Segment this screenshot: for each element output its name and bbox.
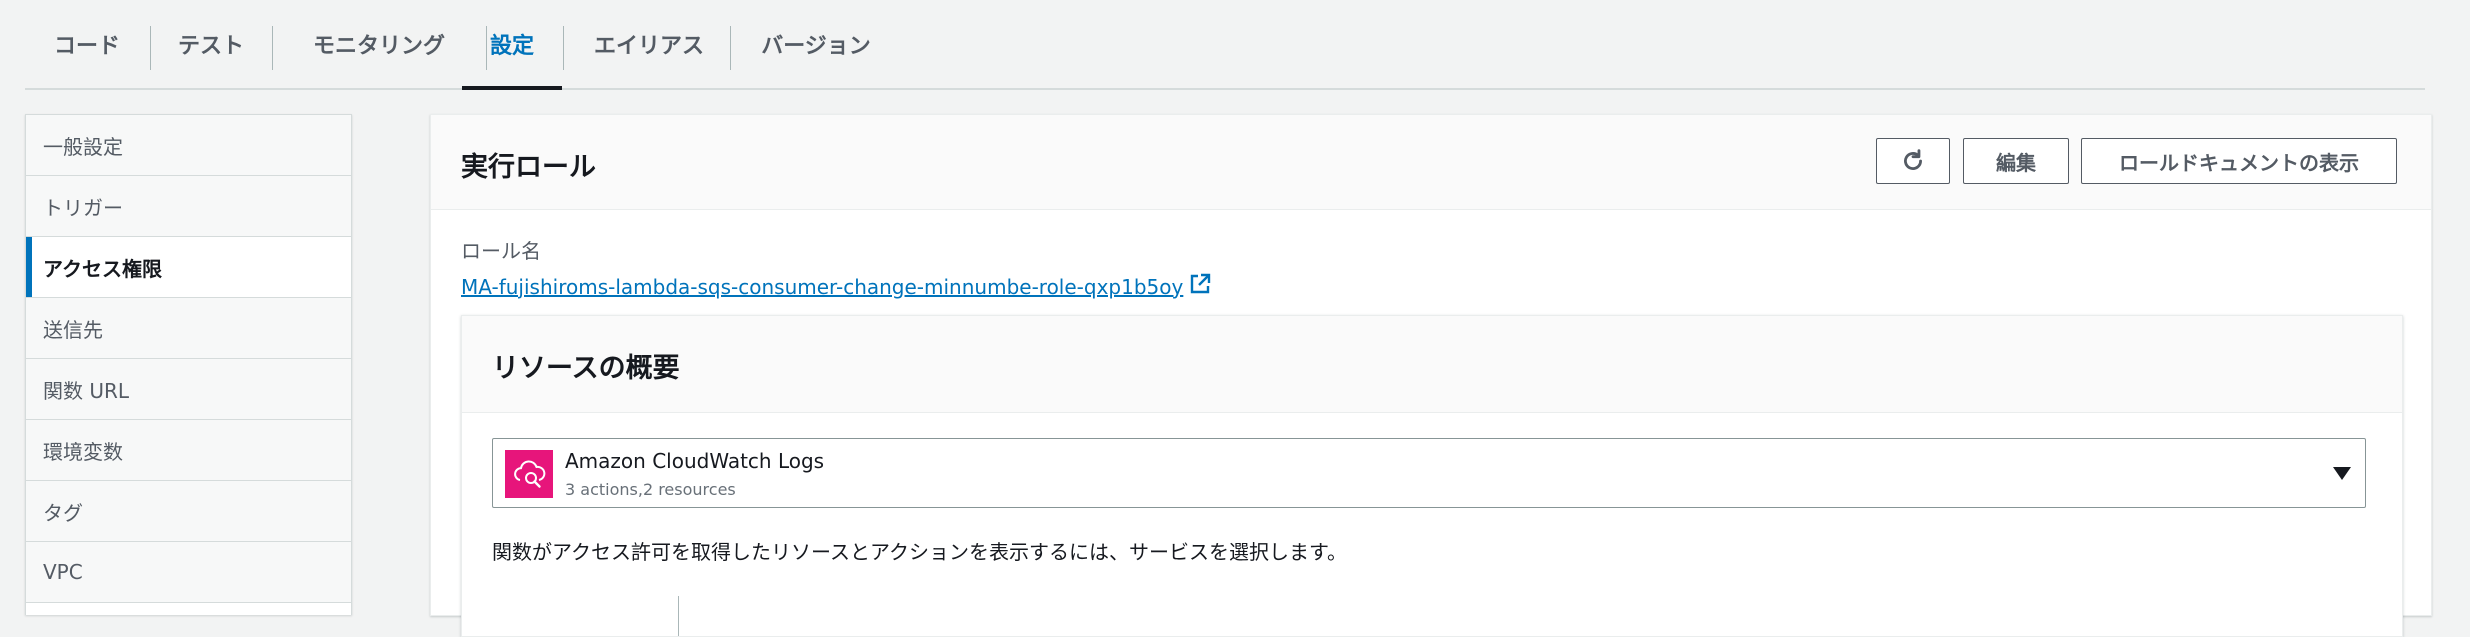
tab-aliases[interactable]: エイリアス: [564, 0, 734, 88]
sidebar-item-label: 送信先: [43, 317, 103, 342]
edit-button[interactable]: 編集: [1963, 138, 2069, 184]
sidebar-item-permissions[interactable]: アクセス権限: [26, 237, 351, 298]
view-role-document-button[interactable]: ロールドキュメントの表示: [2081, 138, 2397, 184]
panel-title: 実行ロール: [461, 152, 596, 183]
sidebar-item-label: タグ: [43, 500, 83, 525]
tab-monitoring[interactable]: モニタリング: [273, 0, 485, 88]
resource-summary-title: リソースの概要: [492, 353, 680, 384]
external-link-icon: [1189, 273, 1211, 300]
sidebar-item-destinations[interactable]: 送信先: [26, 298, 351, 359]
sidebar-item-triggers[interactable]: トリガー: [26, 176, 351, 237]
selected-service-name: Amazon CloudWatch Logs: [565, 449, 825, 473]
sidebar-item-label: 関数 URL: [43, 378, 130, 403]
configuration-sidenav: 一般設定 トリガー アクセス権限 送信先 関数 URL 環境変数 タグ VPC: [25, 114, 352, 615]
service-help-text: 関数がアクセス許可を取得したリソースとアクションを表示するには、サービスを選択し…: [492, 540, 1347, 564]
sidebar-item-general[interactable]: 一般設定: [26, 115, 351, 176]
refresh-button[interactable]: [1876, 138, 1950, 184]
resource-summary: リソースの概要 Amazon CloudWatch Logs 3 actions…: [461, 315, 2403, 637]
sidebar-item-vpc[interactable]: VPC: [26, 542, 351, 603]
caret-down-icon: [2333, 467, 2351, 480]
sidebar-item-tags[interactable]: タグ: [26, 481, 351, 542]
column-divider: [678, 596, 679, 636]
tab-test[interactable]: テスト: [151, 0, 271, 88]
role-name-text: MA-fujishiroms-lambda-sqs-consumer-chang…: [461, 274, 1184, 299]
execution-role-panel: 実行ロール 編集 ロールドキュメントの表示 ロール名 MA-fujishirom…: [430, 114, 2432, 637]
settings-tabs: コード テスト モニタリング 設定 エイリアス バージョン: [25, 0, 2425, 90]
sidebar-item-function-url[interactable]: 関数 URL: [26, 359, 351, 420]
resource-summary-header: リソースの概要: [462, 316, 2402, 413]
cloudwatch-logs-icon: [505, 450, 553, 498]
panel-header: 実行ロール 編集 ロールドキュメントの表示: [431, 115, 2431, 210]
tab-versions[interactable]: バージョン: [731, 0, 901, 88]
role-name-link[interactable]: MA-fujishiroms-lambda-sqs-consumer-chang…: [461, 273, 1211, 300]
sidebar-item-label: 一般設定: [43, 134, 123, 159]
tab-configuration[interactable]: 設定: [462, 0, 562, 90]
sidebar-item-label: アクセス権限: [43, 256, 162, 281]
selected-service-detail: 3 actions,2 resources: [565, 480, 736, 499]
role-name-label: ロール名: [461, 239, 541, 263]
tab-code[interactable]: コード: [25, 0, 149, 88]
sidebar-item-environment-variables[interactable]: 環境変数: [26, 420, 351, 481]
service-select[interactable]: Amazon CloudWatch Logs 3 actions,2 resou…: [492, 438, 2366, 508]
refresh-icon: [1900, 148, 1926, 174]
sidebar-item-label: VPC: [43, 560, 83, 584]
sidebar-item-label: 環境変数: [43, 439, 123, 464]
sidebar-item-label: トリガー: [43, 195, 123, 220]
